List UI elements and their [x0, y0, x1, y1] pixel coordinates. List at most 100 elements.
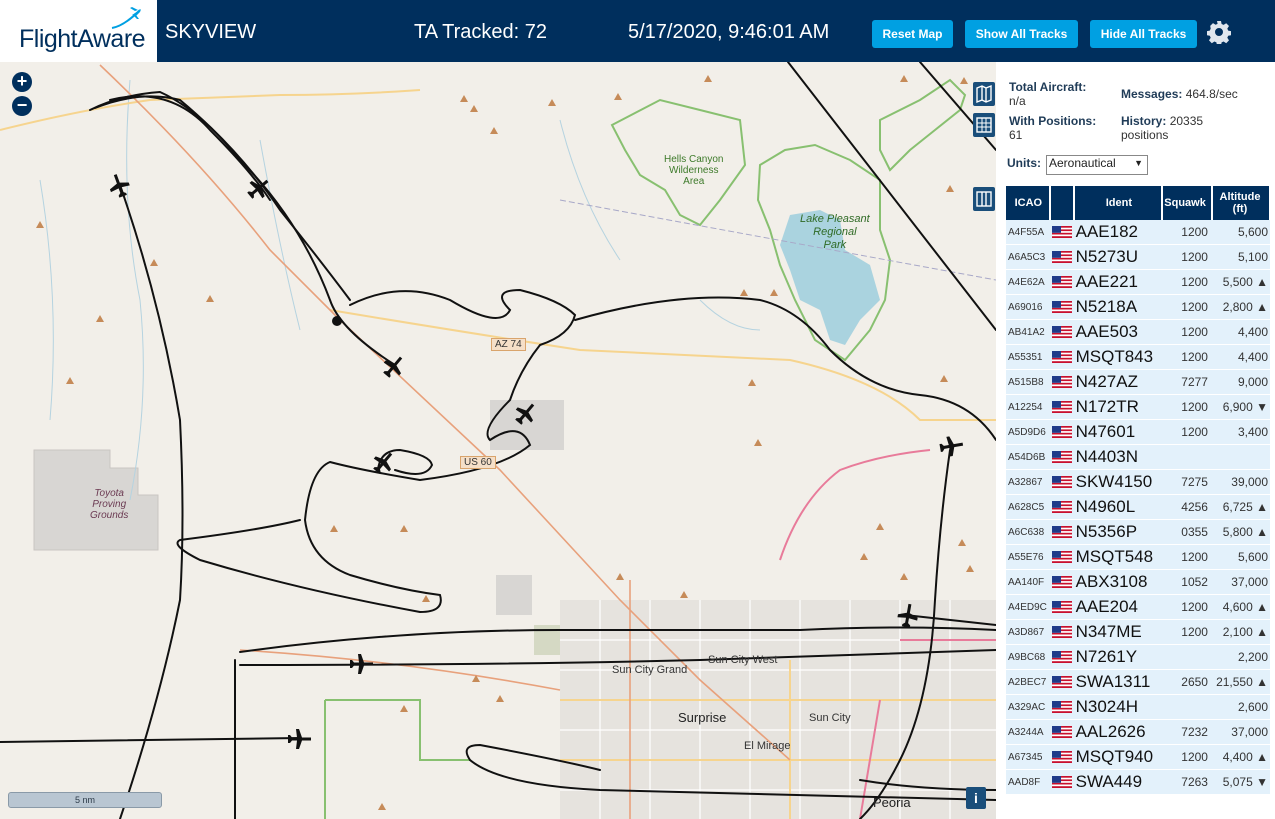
- units-select[interactable]: Aeronautical ▼: [1046, 155, 1148, 175]
- row-ident: SWA449: [1073, 769, 1163, 795]
- table-row[interactable]: A32867 SKW4150 7275 39,000: [1006, 469, 1270, 495]
- table-row[interactable]: A4ED9C AAE204 1200 4,600 ▲: [1006, 594, 1270, 620]
- info-button[interactable]: i: [966, 787, 986, 809]
- us-flag-icon: [1051, 275, 1072, 288]
- sun-city-grand-label: Sun City Grand: [612, 664, 688, 676]
- row-altitude: 6,725 ▲: [1211, 494, 1270, 520]
- table-row[interactable]: A55E76 MSQT548 1200 5,600: [1006, 544, 1270, 570]
- row-icao: A628C5: [1006, 494, 1050, 520]
- row-squawk: 1200: [1162, 344, 1212, 370]
- row-flag: [1049, 769, 1074, 795]
- row-squawk: [1162, 444, 1212, 470]
- reset-map-button[interactable]: Reset Map: [872, 20, 953, 48]
- col-header-flag[interactable]: [1049, 186, 1075, 220]
- table-row[interactable]: A4F55A AAE182 1200 5,600: [1006, 220, 1270, 245]
- row-flag: [1049, 694, 1074, 720]
- grid-icon: [976, 117, 992, 133]
- col-header-icao[interactable]: ICAO: [1006, 186, 1051, 220]
- row-flag: [1049, 369, 1074, 395]
- row-ident: SWA1311: [1073, 669, 1163, 695]
- row-icao: A54D6B: [1006, 444, 1050, 470]
- row-squawk: 1200: [1162, 419, 1212, 445]
- row-squawk: 1200: [1162, 744, 1212, 770]
- row-altitude: [1211, 444, 1270, 470]
- row-squawk: 7263: [1162, 769, 1212, 795]
- row-icao: AB41A2: [1006, 319, 1050, 345]
- row-ident: N4960L: [1073, 494, 1163, 520]
- row-icao: A55351: [1006, 344, 1050, 370]
- el-mirage-label: El Mirage: [744, 740, 791, 752]
- row-squawk: [1162, 644, 1212, 670]
- show-all-tracks-button[interactable]: Show All Tracks: [965, 20, 1078, 48]
- table-row[interactable]: A5D9D6 N47601 1200 3,400: [1006, 419, 1270, 445]
- row-flag: [1049, 269, 1074, 295]
- table-row[interactable]: AAD8F SWA449 7263 5,075 ▼: [1006, 769, 1270, 795]
- table-row[interactable]: A2BEC7 SWA1311 2650 21,550 ▲: [1006, 669, 1270, 695]
- col-header-ident[interactable]: Ident: [1073, 186, 1164, 220]
- row-squawk: 0355: [1162, 519, 1212, 545]
- row-icao: A69016: [1006, 294, 1050, 320]
- table-row[interactable]: A3244A AAL2626 7232 37,000: [1006, 719, 1270, 745]
- row-flag: [1049, 644, 1074, 670]
- table-row[interactable]: A329AC N3024H 2,600: [1006, 694, 1270, 720]
- zoom-out-button[interactable]: −: [12, 96, 32, 116]
- flightaware-logo[interactable]: FlightAware: [0, 0, 157, 62]
- map-layer-button[interactable]: [973, 82, 995, 106]
- table-row[interactable]: A4E62A AAE221 1200 5,500 ▲: [1006, 269, 1270, 295]
- row-flag: [1049, 544, 1074, 570]
- row-ident: AAE221: [1073, 269, 1163, 295]
- table-row[interactable]: A67345 MSQT940 1200 4,400 ▲: [1006, 744, 1270, 770]
- row-squawk: 7277: [1162, 369, 1212, 395]
- row-flag: [1049, 569, 1074, 595]
- columns-toggle-button[interactable]: [973, 187, 995, 211]
- table-row[interactable]: A12254 N172TR 1200 6,900 ▼: [1006, 394, 1270, 420]
- row-icao: AAD8F: [1006, 769, 1050, 795]
- row-flag: [1049, 419, 1074, 445]
- lake-pleasant-label: Lake Pleasant Regional Park: [800, 213, 870, 251]
- table-row[interactable]: A3D867 N347ME 1200 2,100 ▲: [1006, 619, 1270, 645]
- row-flag: [1049, 394, 1074, 420]
- table-row[interactable]: A55351 MSQT843 1200 4,400: [1006, 344, 1270, 370]
- table-row[interactable]: AA140F ABX3108 1052 37,000: [1006, 569, 1270, 595]
- row-altitude: 2,600: [1211, 694, 1270, 720]
- table-row[interactable]: A628C5 N4960L 4256 6,725 ▲: [1006, 494, 1270, 520]
- table-row[interactable]: A9BC68 N7261Y 2,200: [1006, 644, 1270, 670]
- col-header-altitude[interactable]: Altitude (ft): [1211, 186, 1272, 220]
- row-ident: N427AZ: [1073, 369, 1163, 395]
- row-altitude: 39,000: [1211, 469, 1270, 495]
- table-row[interactable]: A69016 N5218A 1200 2,800 ▲: [1006, 294, 1270, 320]
- row-altitude: 3,400: [1211, 419, 1270, 445]
- map-view[interactable]: Hells Canyon Wilderness Area Lake Pleasa…: [0, 62, 996, 819]
- positions-stat: With Positions: 61: [1009, 114, 1097, 142]
- us-flag-icon: [1051, 700, 1072, 713]
- us-flag-icon: [1051, 500, 1072, 513]
- hide-all-tracks-button[interactable]: Hide All Tracks: [1090, 20, 1197, 48]
- table-row[interactable]: A6C638 N5356P 0355 5,800 ▲: [1006, 519, 1270, 545]
- us-flag-icon: [1051, 575, 1072, 588]
- history-stat: History: 20335 positions: [1121, 114, 1204, 142]
- table-row[interactable]: A54D6B N4403N: [1006, 444, 1270, 470]
- row-squawk: 4256: [1162, 494, 1212, 520]
- us-flag-icon: [1051, 475, 1072, 488]
- row-squawk: 1052: [1162, 569, 1212, 595]
- gear-icon[interactable]: [1207, 20, 1231, 44]
- current-datetime: 5/17/2020, 9:46:01 AM: [628, 21, 830, 43]
- row-flag: [1049, 220, 1074, 245]
- row-ident: AAE182: [1073, 220, 1163, 245]
- row-flag: [1049, 469, 1074, 495]
- table-row[interactable]: AB41A2 AAE503 1200 4,400: [1006, 319, 1270, 345]
- row-ident: N4403N: [1073, 444, 1163, 470]
- chevron-down-icon: ▼: [1134, 158, 1143, 168]
- row-icao: A6A5C3: [1006, 244, 1050, 270]
- zoom-in-button[interactable]: +: [12, 72, 32, 92]
- table-row[interactable]: A515B8 N427AZ 7277 9,000: [1006, 369, 1270, 395]
- row-ident: MSQT548: [1073, 544, 1163, 570]
- row-icao: A4ED9C: [1006, 594, 1050, 620]
- row-ident: N5273U: [1073, 244, 1163, 270]
- table-row[interactable]: A6A5C3 N5273U 1200 5,100: [1006, 244, 1270, 270]
- us-flag-icon: [1051, 600, 1072, 613]
- grid-overlay-button[interactable]: [973, 113, 995, 137]
- row-squawk: 2650: [1162, 669, 1212, 695]
- col-header-squawk[interactable]: Squawk: [1162, 186, 1213, 220]
- row-altitude: 2,100 ▲: [1211, 619, 1270, 645]
